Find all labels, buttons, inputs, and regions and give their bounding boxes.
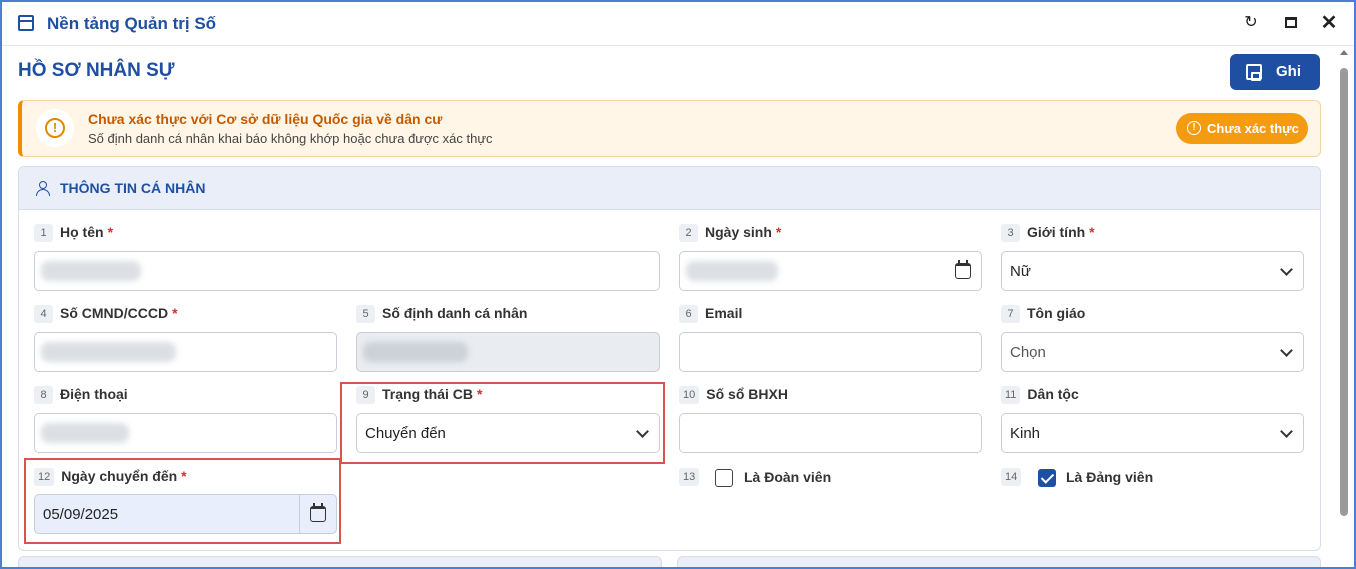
unverified-button[interactable]: ! Chưa xác thực [1176,113,1308,144]
dan-toc-select[interactable]: Kinh [1001,413,1304,453]
field-number: 12 [34,468,55,486]
field-number: 4 [34,305,53,323]
field-number: 2 [679,224,698,242]
required-marker: * [172,305,178,321]
page-title: HỒ SƠ NHÂN SỰ [18,60,175,81]
chevron-down-icon [1280,425,1293,438]
label-cmnd: 4 Số CMND/CCCD * [34,305,178,323]
section-header[interactable]: THÔNG TIN CÁ NHÂN [19,167,1320,210]
label-dan-toc: 11 Dân tộc [1001,386,1079,404]
verification-alert: ! Chưa xác thực với Cơ sở dữ liệu Quốc g… [18,100,1321,157]
so-bhxh-input[interactable] [679,413,982,453]
field-number: 13 [679,468,700,486]
label-dinh-danh: 5 Số định danh cá nhân [356,305,527,323]
field-number: 1 [34,224,53,242]
required-marker: * [1089,224,1095,240]
chevron-down-icon [1280,344,1293,357]
scrollbar-thumb[interactable] [1340,68,1348,516]
label-ngay-chuyen-den: 12 Ngày chuyển đến * [34,468,187,486]
chevron-down-icon [636,425,649,438]
alert-title: Chưa xác thực với Cơ sở dữ liệu Quốc gia… [88,111,443,127]
dang-vien-label[interactable]: Là Đảng viên [1066,469,1153,485]
warning-icon: ! [45,118,65,138]
next-section-card-right [677,556,1321,567]
calendar-icon[interactable] [310,503,326,522]
field-number: 11 [1001,386,1021,404]
window-icon [18,15,34,31]
window-title: Nền tảng Quản trị Số [47,14,217,33]
field-number: 6 [679,305,698,323]
required-marker: * [107,224,114,240]
alert-description: Số định danh cá nhân khai báo không khớp… [88,131,493,146]
unverified-button-label: Chưa xác thực [1207,121,1299,136]
next-section-card-left [18,556,662,567]
doan-vien-label[interactable]: Là Đoàn viên [744,469,831,485]
redacted-value [41,261,141,281]
maximize-icon[interactable] [1280,12,1302,34]
redacted-value [686,261,778,281]
redacted-value [41,342,176,362]
label-ngay-sinh: 2 Ngày sinh * [679,224,781,242]
save-button[interactable]: Ghi [1230,54,1320,90]
ngay-chuyen-den-value: 05/09/2025 [43,506,119,523]
ngay-sinh-input[interactable] [679,251,982,291]
label-dien-thoai: 8 Điện thoại [34,386,128,404]
trang-thai-value: Chuyển đến [365,425,446,442]
ho-ten-input[interactable] [34,251,660,291]
required-marker: * [775,224,782,240]
save-icon [1246,64,1262,81]
doan-vien-row: 13 [679,468,706,486]
input-divider [299,495,300,533]
label-so-bhxh: 10 Số sổ BHXH [679,386,788,404]
gioi-tinh-value: Nữ [1010,263,1031,280]
label-ho-ten: 1 Họ tên * [34,224,113,242]
ton-giao-value: Chọn [1010,344,1046,361]
dinh-danh-input [356,332,660,372]
ngay-chuyen-den-input[interactable]: 05/09/2025 [34,494,337,534]
field-number: 3 [1001,224,1020,242]
refresh-icon[interactable]: ↻ [1240,12,1262,34]
dang-vien-checkbox[interactable] [1038,469,1056,487]
doan-vien-checkbox[interactable] [715,469,733,487]
dan-toc-value: Kinh [1010,425,1041,442]
vertical-scrollbar[interactable] [1338,46,1350,567]
user-icon [36,181,50,196]
calendar-icon[interactable] [955,260,971,279]
alert-icon-badge: ! [36,109,74,147]
field-number: 9 [356,386,375,404]
field-number: 5 [356,305,375,323]
redacted-value [41,423,129,443]
info-icon: ! [1187,121,1201,135]
email-input[interactable] [679,332,982,372]
gioi-tinh-select[interactable]: Nữ [1001,251,1304,291]
field-number: 14 [1001,468,1022,486]
field-number: 8 [34,386,53,404]
label-email: 6 Email [679,305,742,323]
scroll-up-icon[interactable] [1340,50,1348,55]
title-bar: Nền tảng Quản trị Số ↻ ✕ [2,2,1354,46]
close-icon[interactable]: ✕ [1318,12,1340,34]
redacted-value [363,342,468,362]
dien-thoai-input[interactable] [34,413,337,453]
section-title: THÔNG TIN CÁ NHÂN [60,180,206,196]
app-window: Nền tảng Quản trị Số ↻ ✕ HỒ SƠ NHÂN SỰ G… [0,0,1356,569]
label-trang-thai: 9 Trạng thái CB * [356,386,482,404]
required-marker: * [181,468,187,484]
ton-giao-select[interactable]: Chọn [1001,332,1304,372]
chevron-down-icon [1280,263,1293,276]
required-marker: * [477,386,483,402]
trang-thai-select[interactable]: Chuyển đến [356,413,660,453]
field-number: 7 [1001,305,1020,323]
save-button-label: Ghi [1276,63,1301,80]
label-gioi-tinh: 3 Giới tính * [1001,224,1095,242]
label-ton-giao: 7 Tôn giáo [1001,305,1085,323]
dang-vien-row: 14 [1001,468,1028,486]
field-number: 10 [679,386,700,404]
cmnd-input[interactable] [34,332,337,372]
